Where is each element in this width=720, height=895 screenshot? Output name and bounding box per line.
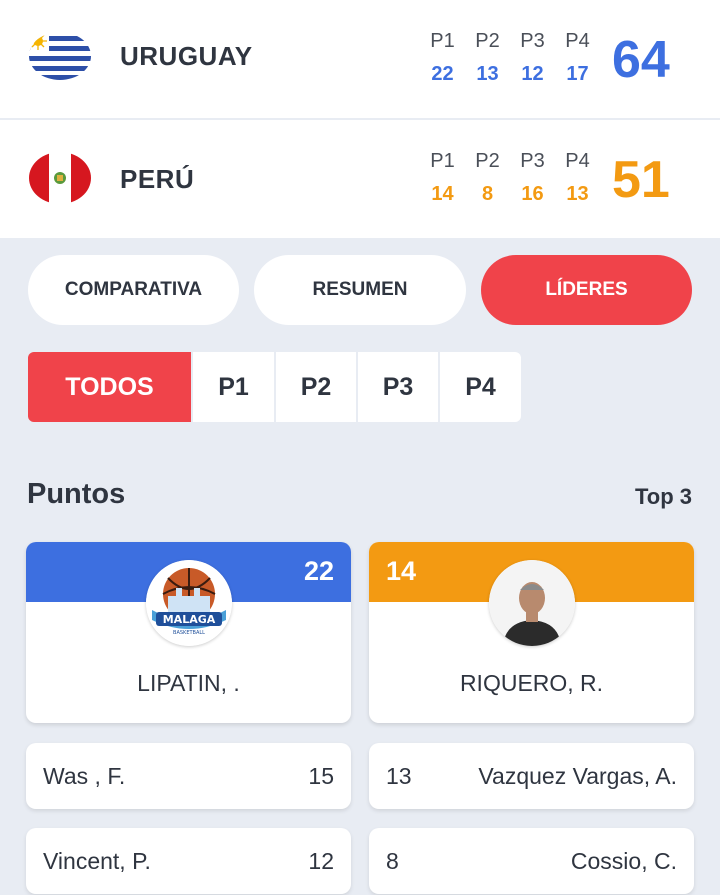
home-period-score: 17	[566, 63, 589, 85]
svg-text:BASKETBALL: BASKETBALL	[173, 630, 205, 636]
away-period-score: 14	[431, 183, 454, 205]
period-label: P2	[475, 150, 500, 172]
away-period-score: 13	[566, 183, 589, 205]
svg-text:MALAGA: MALAGA	[163, 613, 216, 626]
period-label: P3	[520, 30, 545, 52]
home-period-score: 13	[476, 63, 499, 85]
away-total-score: 51	[612, 151, 670, 209]
away-leader-row[interactable]: 8 Cossio, C.	[369, 828, 694, 894]
player-points: 12	[308, 848, 334, 874]
period-label: P4	[565, 30, 590, 52]
tab-resumen[interactable]: RESUMEN	[254, 255, 466, 325]
malaga-team-logo: MALAGA BASKETBALL	[146, 560, 232, 646]
period-label: P1	[430, 30, 455, 52]
away-team-name: PERÚ	[120, 164, 195, 194]
away-leader-value: 14	[386, 556, 417, 586]
period-label: P4	[565, 150, 590, 172]
player-photo	[489, 560, 575, 646]
home-leader-value: 22	[303, 556, 334, 586]
filter-todos[interactable]: TODOS	[28, 352, 191, 422]
home-leader-card[interactable]: 22 MALAGA BASKETBALL LIPATIN, .	[26, 542, 351, 723]
player-name: Vazquez Vargas, A.	[478, 763, 677, 789]
player-name: Cossio, C.	[570, 848, 677, 874]
home-team-row: URUGUAY P1 P2 P3 P4 22 13 12 17 64	[0, 0, 720, 118]
peru-flag-icon	[29, 152, 91, 204]
period-label: P2	[475, 30, 500, 52]
filter-p4[interactable]: P4	[440, 352, 521, 422]
home-leader-name: LIPATIN, .	[137, 670, 240, 696]
home-total-score: 64	[612, 31, 670, 89]
away-team-row: PERÚ P1 P2 P3 P4 14 8 16 13 51	[0, 120, 720, 238]
away-period-score: 8	[481, 183, 494, 205]
top-label: Top 3	[634, 484, 692, 509]
player-name: Was , F.	[43, 763, 126, 789]
section-title: Puntos	[27, 478, 126, 510]
away-period-score: 16	[521, 183, 544, 205]
home-period-score: 22	[431, 63, 454, 85]
home-leader-row[interactable]: Vincent, P. 12	[26, 828, 351, 894]
uruguay-flag-icon	[29, 32, 91, 80]
away-period-scores: P1 P2 P3 P4 14 8 16 13	[420, 150, 600, 206]
player-points: 15	[308, 763, 334, 789]
player-name: Vincent, P.	[43, 848, 151, 874]
filter-p2[interactable]: P2	[276, 352, 356, 422]
away-leader-row[interactable]: 13 Vazquez Vargas, A.	[369, 743, 694, 809]
away-leader-name: RIQUERO, R.	[459, 670, 604, 696]
home-period-scores: P1 P2 P3 P4 22 13 12 17	[420, 30, 600, 86]
player-points: 13	[386, 763, 412, 789]
home-period-score: 12	[521, 63, 544, 85]
period-label: P3	[520, 150, 545, 172]
tab-lideres[interactable]: LÍDERES	[481, 255, 692, 325]
filter-p1[interactable]: P1	[193, 352, 274, 422]
home-team-name: URUGUAY	[120, 41, 253, 71]
tab-comparativa[interactable]: COMPARATIVA	[28, 255, 239, 325]
period-label: P1	[430, 150, 455, 172]
home-leader-row[interactable]: Was , F. 15	[26, 743, 351, 809]
filter-p3[interactable]: P3	[358, 352, 438, 422]
player-points: 8	[386, 848, 399, 874]
away-leader-card[interactable]: 14 RIQUERO, R.	[369, 542, 694, 723]
